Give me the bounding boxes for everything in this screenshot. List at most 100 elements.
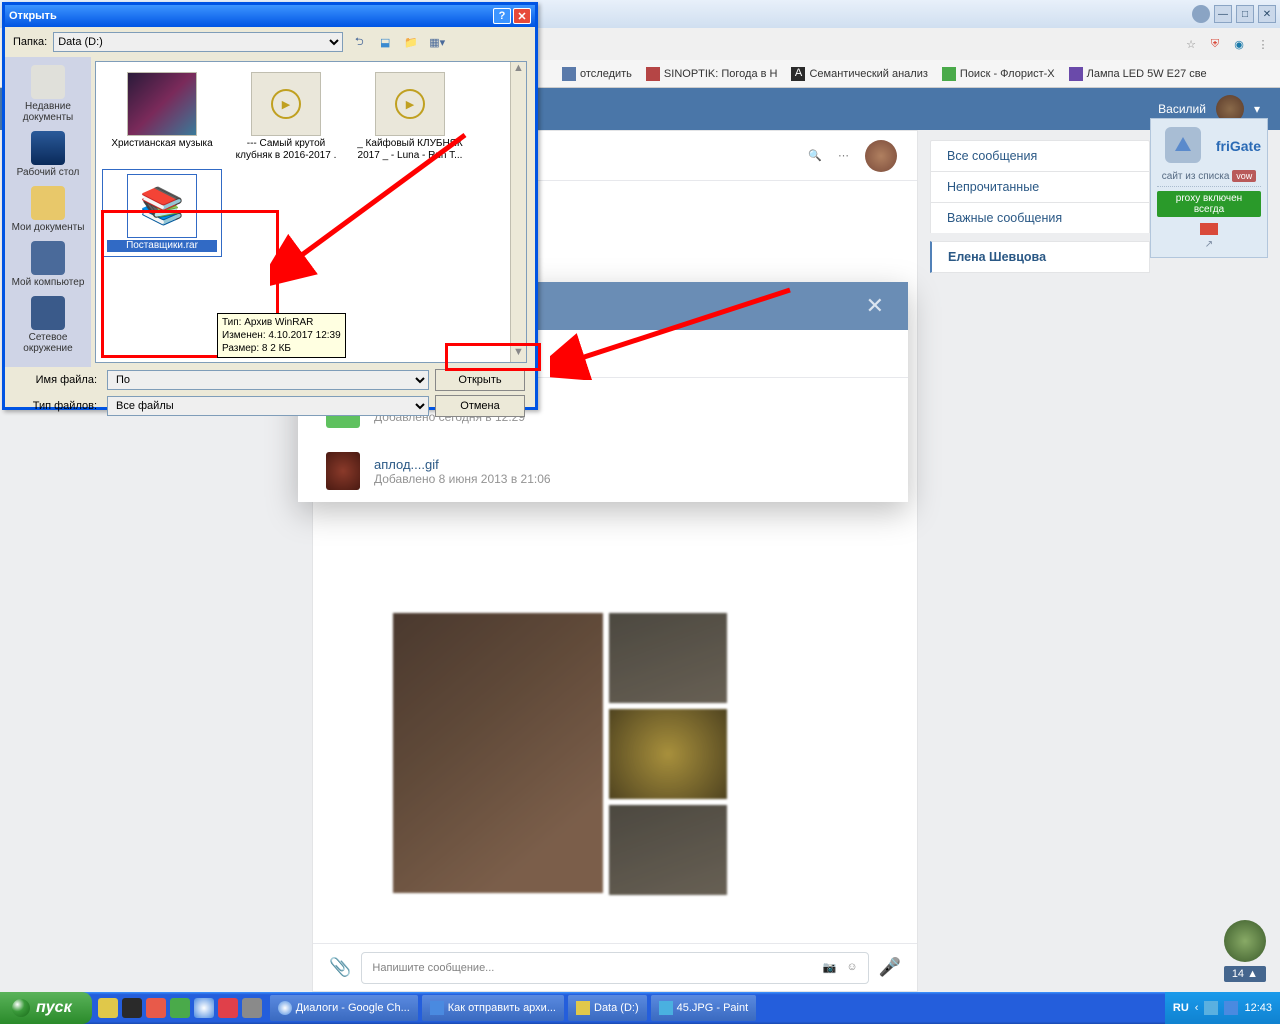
sidebar-network[interactable]: Сетевое окружение — [5, 294, 91, 356]
new-folder-icon[interactable]: 📁 — [401, 32, 421, 52]
tray-expand-icon[interactable]: ‹ — [1195, 1002, 1199, 1014]
bookmark-label: Лампа LED 5W E27 све — [1087, 68, 1207, 80]
frigate-title: friGate — [1216, 138, 1261, 154]
ql-chrome-icon[interactable] — [194, 998, 214, 1018]
bookmark-label: SINOPTIK: Погода в Н — [664, 68, 778, 80]
dialog-sidebar: Недавние документы Рабочий стол Мои доку… — [5, 57, 91, 367]
start-button[interactable]: пуск — [0, 992, 92, 1024]
avatar — [1224, 920, 1266, 962]
filetype-dropdown[interactable]: Все файлы — [107, 396, 429, 416]
filter-all[interactable]: Все сообщения — [930, 140, 1150, 171]
close-icon[interactable]: ✕ — [866, 293, 884, 319]
task-button[interactable]: Data (D:) — [568, 995, 647, 1021]
ql-icon[interactable] — [98, 998, 118, 1018]
close-window-button[interactable]: ✕ — [1258, 5, 1276, 23]
language-indicator[interactable]: RU — [1173, 1002, 1189, 1014]
photo-thumb[interactable] — [609, 613, 727, 703]
ql-icon[interactable] — [170, 998, 190, 1018]
attach-icon[interactable]: 📎 — [329, 957, 351, 978]
file-open-dialog: Открыть ? ✕ Папка: Data (D:) ⮌ ⬓ 📁 ▦▾ Не… — [2, 2, 538, 410]
close-button[interactable]: ✕ — [513, 8, 531, 24]
media-thumb-icon: ▶ — [375, 72, 445, 136]
user-icon[interactable] — [1192, 5, 1210, 23]
message-bar: 📎 Напишите сообщение... 📷 ☺ 🎤 — [313, 943, 917, 991]
back-icon[interactable]: ⮌ — [349, 32, 369, 52]
task-button[interactable]: Диалоги - Google Ch... — [270, 995, 418, 1021]
views-icon[interactable]: ▦▾ — [427, 32, 447, 52]
cancel-button[interactable]: Отмена — [435, 395, 525, 417]
filter-current[interactable]: Елена Шевцова — [930, 241, 1150, 273]
tooltip-line: Тип: Архив WinRAR — [222, 316, 341, 329]
ql-yandex-icon[interactable] — [218, 998, 238, 1018]
folder-dropdown[interactable]: Data (D:) — [53, 32, 343, 52]
filename-label: Имя файла: — [15, 374, 101, 386]
file-item-folder[interactable]: Христианская музыка — [102, 68, 222, 165]
bookmark-item[interactable]: SINOPTIK: Погода в Н — [646, 67, 778, 81]
frigate-proxy-status[interactable]: proxy включен всегда — [1157, 191, 1261, 217]
ql-icon[interactable] — [242, 998, 262, 1018]
arrow-link-icon[interactable]: ↗ — [1157, 239, 1261, 250]
file-item-media[interactable]: ▶ _ Кайфовый КЛУБНЯК 2017 _ - Luna - Run… — [350, 68, 470, 165]
scroll-bottom-button[interactable]: 14 ▲ — [1224, 920, 1266, 982]
bookmark-item[interactable]: отследить — [562, 67, 632, 81]
ql-icon[interactable] — [146, 998, 166, 1018]
ql-icon[interactable] — [122, 998, 142, 1018]
taskbar: пуск Диалоги - Google Ch... Как отправит… — [0, 992, 1280, 1024]
bookmark-item[interactable]: AСемантический анализ — [791, 67, 927, 81]
dialog-titlebar[interactable]: Открыть ? ✕ — [5, 5, 535, 27]
task-button[interactable]: Как отправить архи... — [422, 995, 564, 1021]
camera-icon[interactable]: 📷 — [823, 961, 837, 974]
sidebar-recent[interactable]: Недавние документы — [5, 63, 91, 125]
star-icon[interactable]: ☆ — [1182, 35, 1200, 53]
file-tooltip: Тип: Архив WinRAR Изменен: 4.10.2017 12:… — [217, 313, 346, 358]
mic-icon[interactable]: 🎤 — [879, 957, 901, 978]
windows-logo-icon — [12, 999, 30, 1017]
chevron-down-icon[interactable]: ▾ — [1254, 102, 1260, 116]
frigate-badge: vow — [1232, 170, 1256, 182]
sidebar-mydocs[interactable]: Мои документы — [10, 184, 87, 235]
clock[interactable]: 12:43 — [1244, 1002, 1272, 1014]
filter-unread[interactable]: Непрочитанные — [930, 171, 1150, 202]
filename-input[interactable]: По — [107, 370, 429, 390]
message-input[interactable]: Напишите сообщение... 📷 ☺ — [361, 952, 868, 984]
bookmark-label: Семантический анализ — [809, 68, 927, 80]
upload-file-row[interactable]: аплод....gif Добавлено 8 июня 2013 в 21:… — [298, 440, 908, 502]
bookmark-item[interactable]: Лампа LED 5W E27 све — [1069, 67, 1207, 81]
task-button[interactable]: 45.JPG - Paint — [651, 995, 757, 1021]
search-icon[interactable]: 🔍 — [808, 149, 822, 162]
sidebar-desktop[interactable]: Рабочий стол — [15, 129, 82, 180]
start-label: пуск — [36, 999, 72, 1017]
photo-thumb[interactable] — [609, 805, 727, 895]
task-label: Диалоги - Google Ch... — [296, 1002, 410, 1014]
sidebar-mycomputer[interactable]: Мой компьютер — [10, 239, 87, 290]
emoji-icon[interactable]: ☺ — [846, 961, 857, 974]
open-button[interactable]: Открыть — [435, 369, 525, 391]
file-item-media[interactable]: ▶ --- Самый крутой клубняк в 2016-2017 . — [226, 68, 346, 165]
dialog-title: Открыть — [9, 10, 57, 22]
maximize-button[interactable]: □ — [1236, 5, 1254, 23]
annotation-box — [445, 343, 541, 371]
tray-icon[interactable] — [1204, 1001, 1218, 1015]
tooltip-line: Изменен: 4.10.2017 12:39 — [222, 329, 341, 342]
flag-icon — [1200, 223, 1218, 235]
photo-thumb[interactable] — [393, 613, 603, 893]
bookmark-item[interactable]: Поиск - Флорист-X — [942, 67, 1055, 81]
file-name: _ Кайфовый КЛУБНЯК 2017 _ - Luna - Run T… — [354, 138, 466, 161]
menu-icon[interactable]: ⋮ — [1254, 35, 1272, 53]
tray-icon[interactable] — [1224, 1001, 1238, 1015]
sidebar-label: Сетевое окружение — [23, 332, 72, 354]
minimize-button[interactable]: — — [1214, 5, 1232, 23]
frigate-text: сайт из списка — [1162, 171, 1230, 182]
filter-important[interactable]: Важные сообщения — [930, 202, 1150, 233]
systray: RU ‹ 12:43 — [1165, 992, 1280, 1024]
ext-p-icon[interactable]: ◉ — [1230, 35, 1248, 53]
photo-thumb[interactable] — [609, 709, 727, 799]
task-label: Data (D:) — [594, 1002, 639, 1014]
avatar[interactable] — [865, 140, 897, 172]
up-icon[interactable]: ⬓ — [375, 32, 395, 52]
vk-username[interactable]: Василий — [1158, 102, 1206, 116]
help-button[interactable]: ? — [493, 8, 511, 24]
more-icon[interactable]: ⋯ — [838, 149, 849, 162]
shield-icon[interactable]: ⛨ — [1206, 35, 1224, 53]
scrollbar[interactable]: ▲ ▼ — [510, 62, 526, 362]
